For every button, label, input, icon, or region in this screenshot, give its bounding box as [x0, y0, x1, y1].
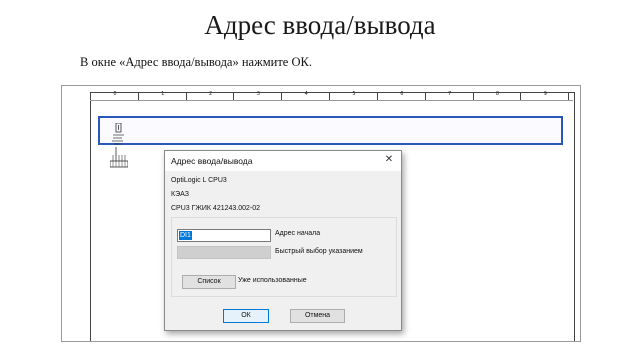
- ruler-mark: 0: [90, 92, 139, 100]
- ruler-number: 0: [113, 91, 117, 97]
- ruler-mark: 6: [376, 91, 426, 100]
- plc-symbol-icon[interactable]: [110, 123, 128, 169]
- ruler-number: 9: [543, 91, 547, 97]
- ruler-mark: 10: [568, 92, 580, 100]
- quick-select-label: Быстрый выбор указанием: [275, 248, 363, 255]
- ruler-mark: 8: [472, 91, 522, 100]
- ruler-mark: 3: [233, 92, 282, 100]
- dialog-titlebar[interactable]: Адрес ввода/вывода ✕: [165, 151, 401, 171]
- ruler-number: 3: [256, 91, 260, 97]
- ruler-number: 2: [208, 91, 213, 97]
- ok-button[interactable]: ОК: [223, 309, 269, 323]
- ruler-mark: 5: [329, 92, 378, 100]
- list-button[interactable]: Список: [182, 275, 236, 289]
- dialog-body: OptiLogic L CPU3 КЭАЗ CPU3 ГЖИК 421243.0…: [165, 171, 401, 330]
- start-address-value: DI1: [179, 231, 192, 240]
- device-part-number: CPU3 ГЖИК 421243.002-02: [171, 205, 261, 212]
- ruler-mark: 2: [185, 91, 235, 100]
- ruler-mark: 9: [520, 92, 569, 100]
- ruler-mark: 4: [281, 92, 330, 100]
- already-used-label: Уже использованные: [238, 277, 307, 284]
- ruler-mark: 1: [137, 91, 187, 100]
- sheet-header-line: [90, 100, 573, 101]
- ruler-mark: 7: [424, 91, 474, 100]
- selected-plc-row[interactable]: [98, 116, 563, 145]
- slide-instruction: В окне «Адрес ввода/вывода» нажмите ОК.: [80, 55, 312, 69]
- device-manufacturer: КЭАЗ: [171, 191, 189, 198]
- ruler-number: 8: [495, 91, 500, 97]
- dialog-title: Адрес ввода/вывода: [171, 156, 253, 166]
- start-address-label: Адрес начала: [275, 230, 321, 237]
- address-group: DI1 Адрес начала Быстрый выбор указанием…: [171, 217, 397, 297]
- close-icon[interactable]: ✕: [383, 154, 395, 166]
- slide-title: Адрес ввода/вывода: [204, 10, 436, 40]
- io-address-dialog: Адрес ввода/вывода ✕ OptiLogic L CPU3 КЭ…: [164, 150, 402, 331]
- quick-select-field[interactable]: [177, 246, 271, 259]
- ruler-number: 4: [304, 91, 308, 97]
- ruler-number: 7: [448, 91, 452, 97]
- ruler-number: 10: [569, 92, 580, 97]
- cancel-button[interactable]: Отмена: [290, 309, 345, 323]
- ruler-number: 1: [161, 91, 165, 97]
- device-name: OptiLogic L CPU3: [171, 177, 227, 184]
- start-address-input[interactable]: DI1: [177, 229, 271, 242]
- ruler-number: 5: [352, 91, 356, 97]
- ruler-number: 6: [400, 91, 404, 97]
